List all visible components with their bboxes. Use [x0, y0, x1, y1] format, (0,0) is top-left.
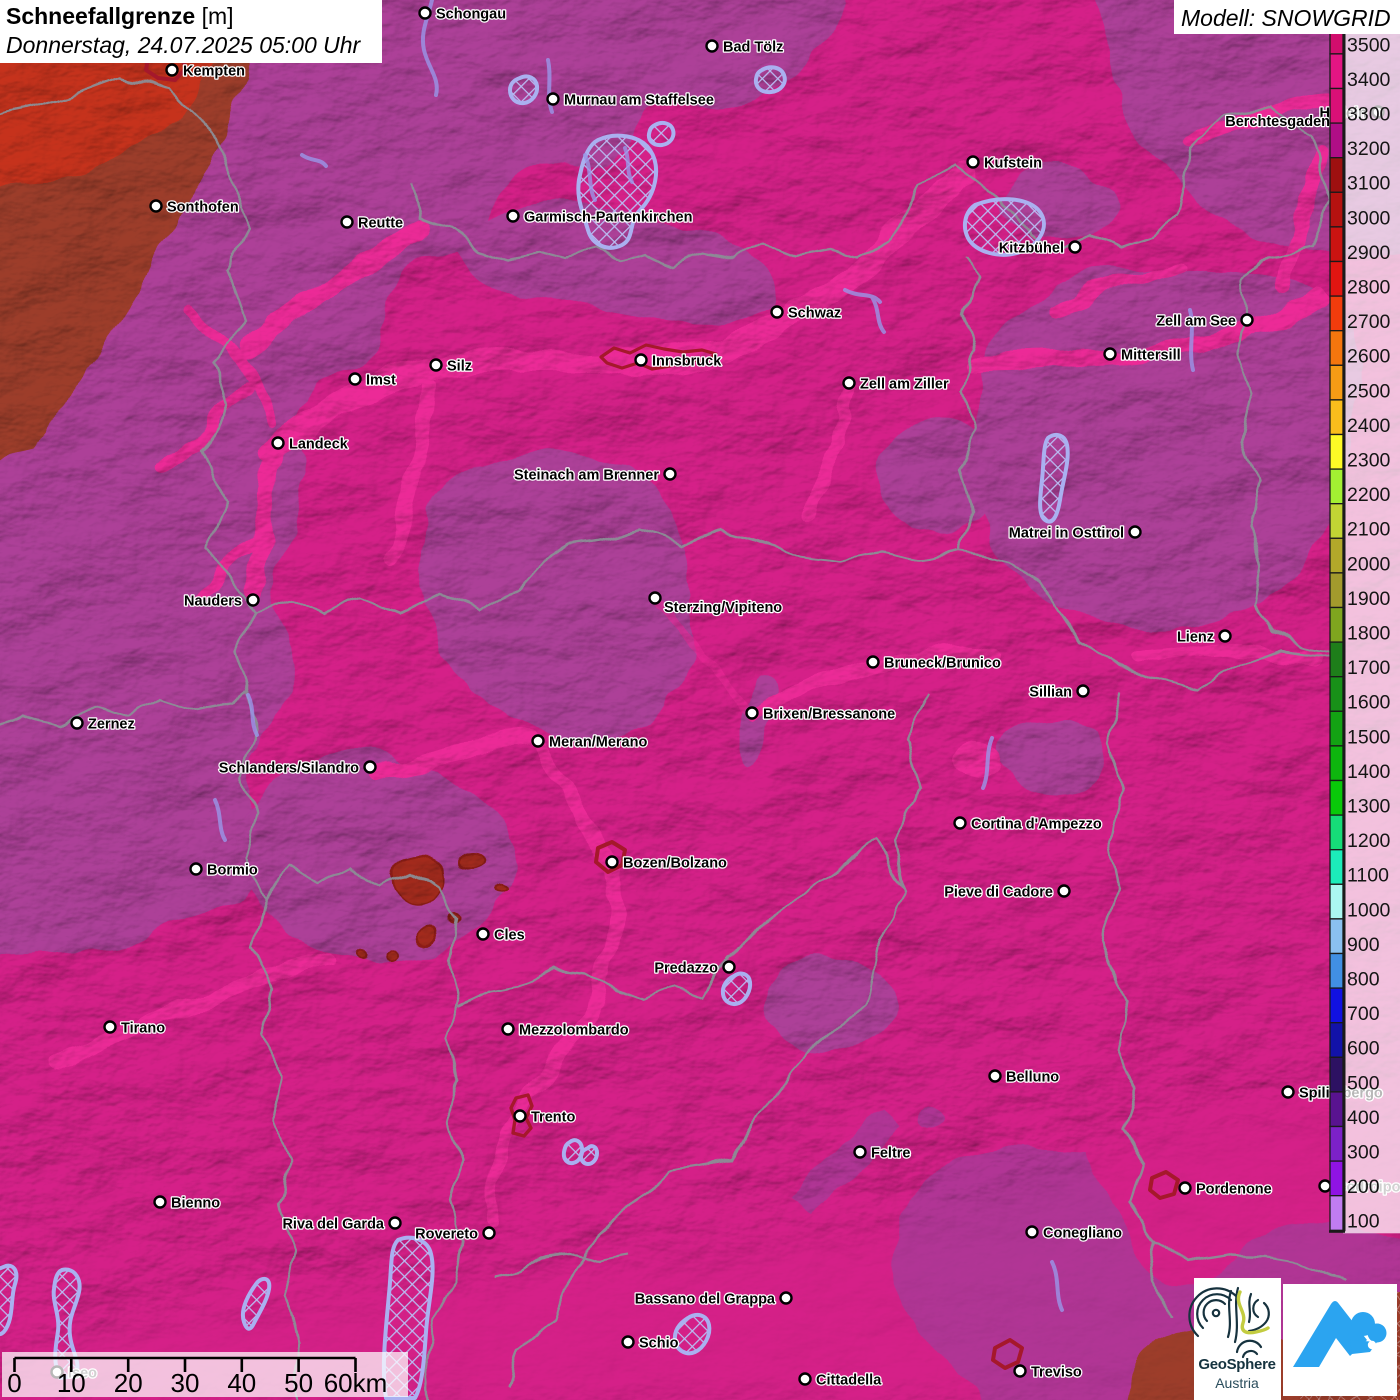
svg-text:200: 200: [1347, 1176, 1380, 1198]
svg-text:Lienz: Lienz: [1177, 630, 1214, 646]
svg-text:Berchtesgaden: Berchtesgaden: [1225, 114, 1330, 130]
svg-text:Imst: Imst: [366, 373, 396, 389]
svg-text:Austria: Austria: [1215, 1375, 1259, 1391]
svg-text:Cittadella: Cittadella: [816, 1373, 882, 1389]
svg-text:400: 400: [1347, 1107, 1380, 1129]
svg-text:Belluno: Belluno: [1006, 1070, 1059, 1086]
svg-text:50: 50: [284, 1368, 313, 1398]
svg-text:Zell am Ziller: Zell am Ziller: [860, 377, 949, 393]
svg-text:2800: 2800: [1347, 277, 1391, 299]
svg-text:20: 20: [114, 1368, 143, 1398]
svg-text:2600: 2600: [1347, 346, 1391, 368]
svg-text:Cles: Cles: [494, 928, 525, 944]
svg-text:Mezzolombardo: Mezzolombardo: [519, 1023, 629, 1039]
svg-text:30: 30: [171, 1368, 200, 1398]
svg-text:GeoSphere: GeoSphere: [1198, 1356, 1275, 1373]
svg-text:Bassano del Grappa: Bassano del Grappa: [635, 1292, 776, 1308]
svg-text:Mittersill: Mittersill: [1121, 348, 1181, 364]
svg-text:Treviso: Treviso: [1031, 1365, 1082, 1381]
svg-text:700: 700: [1347, 1003, 1380, 1025]
svg-text:40: 40: [227, 1368, 256, 1398]
svg-text:3100: 3100: [1347, 173, 1391, 195]
svg-text:Cortina d'Ampezzo: Cortina d'Ampezzo: [971, 817, 1102, 833]
svg-text:Pordenone: Pordenone: [1196, 1182, 1272, 1198]
svg-text:Brixen/Bressanone: Brixen/Bressanone: [763, 707, 895, 723]
svg-text:Schneefallgrenze [m]: Schneefallgrenze [m]: [6, 3, 234, 29]
svg-text:Silz: Silz: [447, 359, 472, 375]
svg-text:1300: 1300: [1347, 796, 1391, 818]
svg-text:Nauders: Nauders: [184, 594, 242, 610]
svg-text:2000: 2000: [1347, 553, 1391, 575]
svg-text:1500: 1500: [1347, 726, 1391, 748]
svg-text:600: 600: [1347, 1038, 1380, 1060]
svg-text:Matrei in Osttirol: Matrei in Osttirol: [1009, 526, 1124, 542]
svg-text:Feltre: Feltre: [871, 1146, 911, 1162]
svg-text:2400: 2400: [1347, 415, 1391, 437]
svg-text:2700: 2700: [1347, 311, 1391, 333]
svg-text:Bad Tölz: Bad Tölz: [723, 40, 783, 56]
svg-text:Zernez: Zernez: [88, 717, 135, 733]
svg-text:3200: 3200: [1347, 138, 1391, 160]
svg-text:1900: 1900: [1347, 588, 1391, 610]
svg-text:1400: 1400: [1347, 761, 1391, 783]
svg-text:1600: 1600: [1347, 692, 1391, 714]
svg-text:Riva del Garda: Riva del Garda: [282, 1217, 384, 1233]
svg-text:1700: 1700: [1347, 657, 1391, 679]
svg-text:Bormio: Bormio: [207, 863, 258, 879]
svg-text:1100: 1100: [1347, 865, 1389, 887]
svg-text:10: 10: [57, 1368, 86, 1398]
svg-text:2500: 2500: [1347, 380, 1391, 402]
svg-text:100: 100: [1347, 1211, 1380, 1233]
svg-text:60km: 60km: [324, 1368, 388, 1398]
svg-text:Sillian: Sillian: [1029, 685, 1072, 701]
svg-text:Trento: Trento: [531, 1110, 575, 1126]
svg-text:Reutte: Reutte: [358, 216, 403, 232]
svg-text:Sonthofen: Sonthofen: [167, 200, 239, 216]
svg-text:0: 0: [7, 1368, 21, 1398]
svg-text:Kempten: Kempten: [183, 64, 245, 80]
svg-text:Schongau: Schongau: [436, 7, 506, 23]
svg-text:Predazzo: Predazzo: [654, 961, 718, 977]
svg-text:2200: 2200: [1347, 484, 1391, 506]
svg-text:Innsbruck: Innsbruck: [652, 354, 722, 370]
svg-text:Pieve di Cadore: Pieve di Cadore: [944, 885, 1053, 901]
svg-text:Rovereto: Rovereto: [415, 1227, 478, 1243]
svg-text:Kitzbühel: Kitzbühel: [999, 241, 1064, 257]
svg-text:500: 500: [1347, 1072, 1380, 1094]
svg-text:3400: 3400: [1347, 69, 1391, 91]
svg-text:Bruneck/Brunico: Bruneck/Brunico: [884, 656, 1001, 672]
svg-text:2900: 2900: [1347, 242, 1391, 264]
svg-text:3500: 3500: [1347, 34, 1391, 56]
svg-text:Murnau am Staffelsee: Murnau am Staffelsee: [564, 93, 714, 109]
svg-text:Modell: SNOWGRID: Modell: SNOWGRID: [1181, 5, 1391, 31]
svg-text:Kufstein: Kufstein: [984, 156, 1042, 172]
svg-text:Tirano: Tirano: [121, 1021, 165, 1037]
svg-text:Steinach am Brenner: Steinach am Brenner: [514, 468, 659, 484]
svg-text:Bozen/Bolzano: Bozen/Bolzano: [623, 856, 727, 872]
svg-text:300: 300: [1347, 1142, 1380, 1164]
svg-text:Sterzing/Vipiteno: Sterzing/Vipiteno: [664, 600, 782, 616]
svg-text:3300: 3300: [1347, 104, 1391, 126]
svg-text:1200: 1200: [1347, 830, 1391, 852]
svg-text:Garmisch-Partenkirchen: Garmisch-Partenkirchen: [524, 210, 692, 226]
svg-text:Schio: Schio: [639, 1336, 679, 1352]
svg-text:900: 900: [1347, 934, 1380, 956]
svg-text:Conegliano: Conegliano: [1043, 1226, 1122, 1242]
svg-text:Landeck: Landeck: [289, 437, 349, 453]
svg-text:2100: 2100: [1347, 519, 1391, 541]
svg-text:Schlanders/Silandro: Schlanders/Silandro: [219, 761, 359, 777]
svg-text:2300: 2300: [1347, 450, 1391, 472]
svg-text:1800: 1800: [1347, 623, 1391, 645]
svg-text:Zell am See: Zell am See: [1156, 314, 1236, 330]
svg-text:Bienno: Bienno: [171, 1196, 220, 1212]
svg-text:Donnerstag, 24.07.2025 05:00 U: Donnerstag, 24.07.2025 05:00 Uhr: [6, 32, 362, 58]
svg-text:Schwaz: Schwaz: [788, 306, 841, 322]
svg-text:800: 800: [1347, 969, 1380, 991]
svg-text:Meran/Merano: Meran/Merano: [549, 735, 647, 751]
svg-text:1000: 1000: [1347, 899, 1391, 921]
svg-text:3000: 3000: [1347, 207, 1391, 229]
